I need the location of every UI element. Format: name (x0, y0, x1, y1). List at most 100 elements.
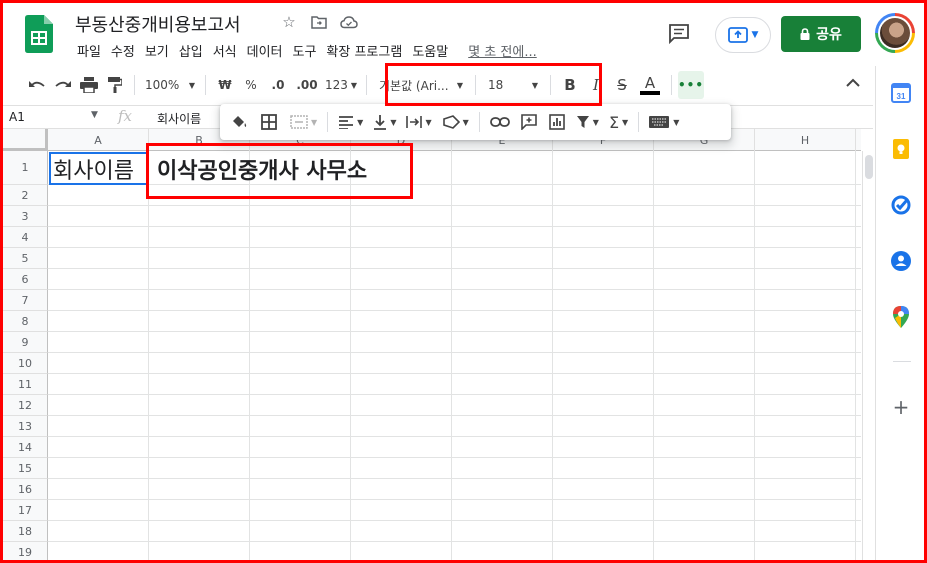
column-header-h[interactable]: H (755, 129, 856, 151)
cloud-status-icon[interactable] (339, 12, 359, 32)
font-family-value: 기본값 (Ari... (379, 78, 449, 93)
last-edit-link[interactable]: 몇 초 전에... (463, 41, 542, 60)
increase-decimal-button[interactable]: .00 (292, 71, 322, 99)
share-button[interactable]: 공유 (781, 16, 861, 52)
functions-icon[interactable]: Σ ▼ (607, 108, 630, 136)
insert-comment-icon[interactable] (518, 108, 540, 136)
app-header: 부동산중개비용보고서 ☆ 파일 수정 보기 삽입 서식 데이터 도구 확장 프로… (3, 3, 924, 65)
row-header-8[interactable]: 8 (3, 311, 48, 332)
merge-cells-icon[interactable]: ▼ (288, 108, 319, 136)
text-wrap-icon[interactable]: ▼ (404, 108, 433, 136)
sheets-logo-icon[interactable] (25, 15, 53, 53)
row-header-5[interactable]: 5 (3, 248, 48, 269)
menu-extensions[interactable]: 확장 프로그램 (321, 41, 407, 60)
row-header-14[interactable]: 14 (3, 437, 48, 458)
calendar-icon[interactable]: 31 (890, 82, 912, 104)
menu-view[interactable]: 보기 (140, 41, 174, 60)
lock-icon (800, 28, 810, 40)
insert-link-icon[interactable] (488, 108, 512, 136)
menu-edit[interactable]: 수정 (106, 41, 140, 60)
menu-format[interactable]: 서식 (208, 41, 242, 60)
row-header-9[interactable]: 9 (3, 332, 48, 353)
menu-tools[interactable]: 도구 (288, 41, 322, 60)
strikethrough-button[interactable]: S (609, 71, 635, 99)
row-header-15[interactable]: 15 (3, 458, 48, 479)
paint-format-icon[interactable] (102, 71, 128, 99)
account-avatar[interactable] (875, 13, 915, 53)
collapse-toolbar-icon[interactable] (846, 75, 860, 91)
zoom-select[interactable]: 100% ▼ (141, 71, 199, 99)
row-header-6[interactable]: 6 (3, 269, 48, 290)
row-header-13[interactable]: 13 (3, 416, 48, 437)
contacts-icon[interactable] (890, 250, 912, 272)
row-header-18[interactable]: 18 (3, 521, 48, 542)
merge-caret-icon: ▼ (311, 117, 318, 127)
row-header-4[interactable]: 4 (3, 227, 48, 248)
vertical-align-icon[interactable]: ▼ (371, 108, 398, 136)
star-icon[interactable]: ☆ (279, 12, 299, 32)
row-header-17[interactable]: 17 (3, 500, 48, 521)
percent-format-button[interactable]: % (238, 71, 264, 99)
fill-color-icon[interactable] (228, 108, 250, 136)
font-size-select[interactable]: 18 ▼ (482, 71, 544, 99)
gridline-horizontal (48, 268, 861, 269)
menu-insert[interactable]: 삽입 (174, 41, 208, 60)
gridline-horizontal (48, 310, 861, 311)
spreadsheet-grid[interactable]: ABCDEFGH 1 2 3 4 5 6 7 8 9 10 11 12 13 14 15 16 17 18 19 회… (3, 129, 861, 560)
row-header-10[interactable]: 10 (3, 353, 48, 374)
gridline-horizontal (48, 331, 861, 332)
menu-data[interactable]: 데이터 (242, 41, 288, 60)
row-header-7[interactable]: 7 (3, 290, 48, 311)
row-header-12[interactable]: 12 (3, 395, 48, 416)
print-icon[interactable] (76, 71, 102, 99)
move-folder-icon[interactable] (309, 12, 329, 32)
font-family-select[interactable]: 기본값 (Ari... ▼ (373, 71, 469, 99)
insert-chart-icon[interactable] (546, 108, 568, 136)
cell-a1[interactable]: 회사이름 (49, 152, 149, 185)
column-header-a[interactable]: A (48, 129, 149, 151)
bold-button[interactable]: B (557, 71, 583, 99)
gridline-horizontal (48, 394, 861, 395)
row-header-19[interactable]: 19 (3, 542, 48, 560)
name-box[interactable]: A1 (9, 110, 101, 124)
italic-button[interactable]: I (583, 71, 609, 99)
formula-input[interactable]: 회사이름 (157, 110, 201, 127)
input-tools-icon[interactable]: ▼ (647, 108, 681, 136)
font-size-caret-icon: ▼ (531, 80, 538, 90)
more-options-icon[interactable]: ••• (678, 71, 704, 99)
row-header-16[interactable]: 16 (3, 479, 48, 500)
present-icon (727, 27, 748, 43)
scrollbar-thumb[interactable] (865, 155, 873, 179)
text-color-button[interactable]: A (635, 71, 665, 99)
comment-history-icon[interactable] (667, 21, 691, 45)
maps-icon[interactable] (890, 306, 912, 328)
row-header-11[interactable]: 11 (3, 374, 48, 395)
filter-icon[interactable]: ▼ (574, 108, 601, 136)
name-box-caret-icon[interactable]: ▼ (91, 110, 98, 120)
tasks-icon[interactable] (890, 194, 912, 216)
currency-format-button[interactable]: ₩ (212, 71, 238, 99)
cell-b1[interactable]: 이삭공인중개사 사무소 (153, 152, 367, 185)
vertical-scrollbar[interactable] (862, 151, 874, 560)
row-header-2[interactable]: 2 (3, 185, 48, 206)
decrease-decimal-button[interactable]: .0 (264, 71, 292, 99)
menu-help[interactable]: 도움말 (407, 41, 453, 60)
undo-icon[interactable] (24, 71, 50, 99)
present-button[interactable]: ▼ (715, 17, 771, 53)
horizontal-align-icon[interactable]: ▼ (336, 108, 365, 136)
gridline-horizontal (48, 205, 861, 206)
text-color-swatch (640, 91, 660, 95)
select-all-corner[interactable] (3, 129, 48, 151)
borders-icon[interactable] (258, 108, 280, 136)
redo-icon[interactable] (50, 71, 76, 99)
share-label: 공유 (816, 27, 842, 43)
add-addon-icon[interactable]: + (890, 395, 912, 419)
row-header-1[interactable]: 1 (3, 151, 48, 185)
text-rotation-icon[interactable]: ▼ (440, 108, 471, 136)
keep-icon[interactable] (890, 138, 912, 160)
halign-caret-icon: ▼ (357, 117, 364, 127)
number-format-select[interactable]: 123 ▼ (322, 71, 360, 99)
menu-file[interactable]: 파일 (72, 41, 106, 60)
document-title[interactable]: 부동산중개비용보고서 (75, 11, 241, 37)
row-header-3[interactable]: 3 (3, 206, 48, 227)
